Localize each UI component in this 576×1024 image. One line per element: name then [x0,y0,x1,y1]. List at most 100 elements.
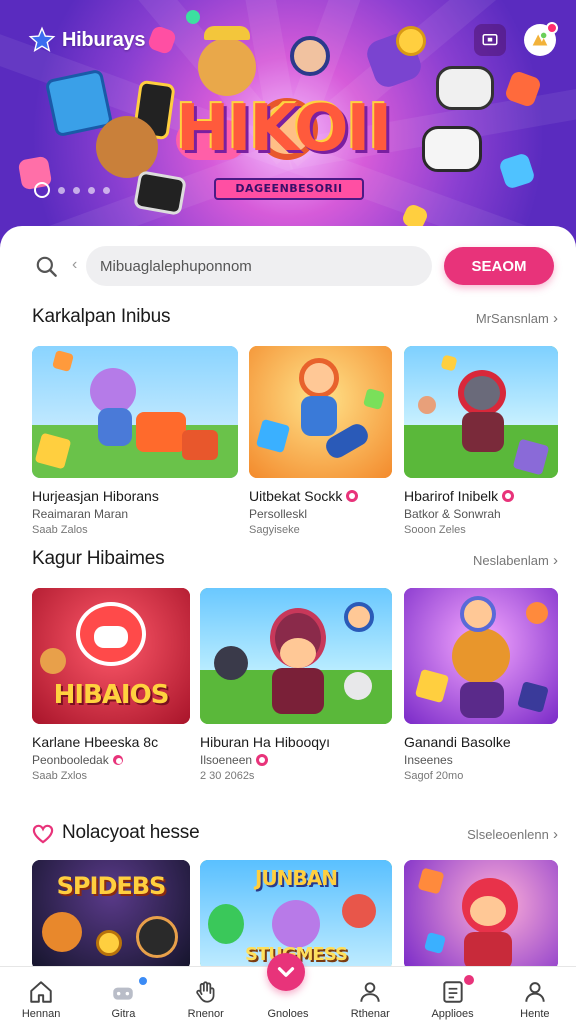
hand-icon [195,981,215,1003]
nav-item-profile[interactable]: Hente [494,967,576,1024]
game-art-title: JUNBAN [255,866,338,890]
game-thumbnail[interactable] [404,346,558,478]
brand-name: Hiburays [62,28,146,51]
nav-label: Applioes [431,1008,474,1020]
favorites-fab[interactable] [266,953,305,991]
card-meta: Sagyiseke [249,524,300,536]
chevron-left-icon[interactable]: ‹ [72,256,77,274]
game-card[interactable]: Hiburan Ha Hibooqyı Ilsoeneen 2 30 2062s [200,588,392,782]
verified-badge-icon [502,490,515,502]
card-title: Hbarirof Inibelk [404,488,558,504]
search-bar: ‹ SEAOM [32,246,554,286]
section-title: Kagur Hibaimes [32,548,165,569]
section-karkalpan: Karkalpan Inibus MrSansnlam Hurjeasjan H… [32,306,558,536]
heart-icon [32,824,54,844]
game-card[interactable]: SPIDEBS [32,860,190,970]
controller-toy [422,126,482,172]
nav-label: Hennan [21,1008,61,1020]
tablet-toy [133,170,187,216]
game-card[interactable]: HIBAIOS Karlane Hbeeska 8c Peonbooledak … [32,588,190,782]
hero-subtitle: DAGEENBESORII [214,178,364,200]
controller-toy [436,66,494,110]
card-subtitle: Persolleskl [249,507,308,521]
card-meta: Sagof 20mo [404,770,464,782]
hat-toy [204,26,250,40]
card-title: Ganandi Basolke [404,734,511,750]
card-meta: 2 30 2062s [200,770,255,782]
nav-label: Rthenar [350,1008,390,1020]
nav-label: Gnoloes [267,1008,309,1020]
game-thumbnail[interactable] [200,588,392,724]
pager-dot[interactable] [88,186,95,194]
chevron-down-icon [277,967,294,977]
cast-button[interactable] [474,24,506,56]
game-thumbnail[interactable] [404,588,558,724]
carousel-pager[interactable] [34,182,110,198]
dog-character [198,38,256,96]
card-subtitle: Reaimaran Maran [32,507,129,521]
nav-item-rthenar[interactable]: Rthenar [329,967,411,1024]
game-card[interactable] [404,860,558,970]
nav-item-applioes[interactable]: Applioes [411,967,493,1024]
nav-item-rnenor[interactable]: Rnenor [165,967,247,1024]
card-subtitle: Batkor & Sonwrah [404,507,501,521]
nav-item-favorites[interactable]: Gnoloes [247,953,329,1024]
user-icon [360,982,380,1002]
see-all-link[interactable]: Neslabenlam [473,552,558,569]
section-title: Nolacyoat hesse [62,822,200,843]
game-card[interactable]: Hbarirof Inibelk Batkor & Sonwrah Sooon … [404,346,558,536]
game-thumbnail[interactable] [249,346,392,478]
search-icon[interactable] [34,254,60,280]
pager-dot[interactable] [103,186,110,194]
card-title: Karlane Hbeeska 8c [32,734,159,750]
nav-label: Rnenor [187,1008,224,1020]
notification-dot [461,973,476,987]
content-panel: ‹ SEAOM Karkalpan Inibus MrSansnlam [0,226,576,1024]
avatar-button[interactable] [524,22,558,56]
card-subtitle: Ilsoeneen [200,753,392,767]
nav-item-games[interactable]: Gitra [82,967,164,1024]
notification-dot [546,22,558,34]
search-button[interactable]: SEAOM [444,247,554,285]
search-input[interactable] [86,246,432,286]
card-subtitle: Peonbooledak [32,753,190,767]
verified-badge-icon [256,754,269,766]
game-thumbnail[interactable]: HIBAIOS [32,588,190,724]
card-title: Hiburan Ha Hibooqyı [200,734,330,750]
game-card[interactable]: Uitbekat Sockk Persolleskl Sagyiseke [249,346,392,536]
gamepad-icon [113,987,134,1000]
card-subtitle: Inseenes [404,753,453,767]
game-thumbnail[interactable] [404,860,558,970]
game-card[interactable]: Hurjeasjan Hiborans Reaimaran Maran Saab… [32,346,238,536]
home-icon [30,981,52,1003]
hero-banner[interactable]: HIKOII DAGEENBESORII Hiburays [0,0,576,250]
card-meta: Sooon Zeles [404,524,466,536]
brand[interactable]: Hiburays [28,26,145,54]
game-thumbnail[interactable]: JUNBAN STUGMESS [200,860,392,970]
pager-dot[interactable] [58,186,65,194]
hero-logo: HIKOII [176,92,392,166]
pager-dot[interactable] [73,186,80,194]
cube-toy [498,152,536,190]
card-meta: Saab Zalos [32,524,88,536]
star-logo-icon [28,26,56,52]
section-kagur: Kagur Hibaimes Neslabenlam HIBAIOS Karla… [32,548,558,782]
profile-icon [525,982,545,1002]
see-all-link[interactable]: Slseleoenlenn [467,826,558,843]
notification-dot [136,975,149,987]
nav-item-home[interactable]: Hennan [0,967,82,1024]
game-thumbnail[interactable]: SPIDEBS [32,860,190,970]
pager-dot[interactable] [34,182,50,198]
game-art-title: SPIDEBS [56,872,167,900]
game-card[interactable]: JUNBAN STUGMESS [200,860,392,970]
card-title: Hurjeasjan Hiborans [32,488,159,504]
game-thumbnail[interactable] [32,346,238,478]
see-all-link[interactable]: MrSansnlam [476,310,558,327]
card-title: Uitbekat Sockk [249,488,392,504]
section-title: Karkalpan Inibus [32,306,171,327]
nav-label: Gitra [111,1008,136,1020]
tv-icon [482,34,498,46]
bottom-nav: Hennan Gitra Rnenor Gnoloes Rthenar Appl… [0,953,576,1024]
game-card[interactable]: Ganandi Basolke Inseenes Sagof 20mo [404,588,558,782]
nav-label: Hente [520,1008,550,1020]
